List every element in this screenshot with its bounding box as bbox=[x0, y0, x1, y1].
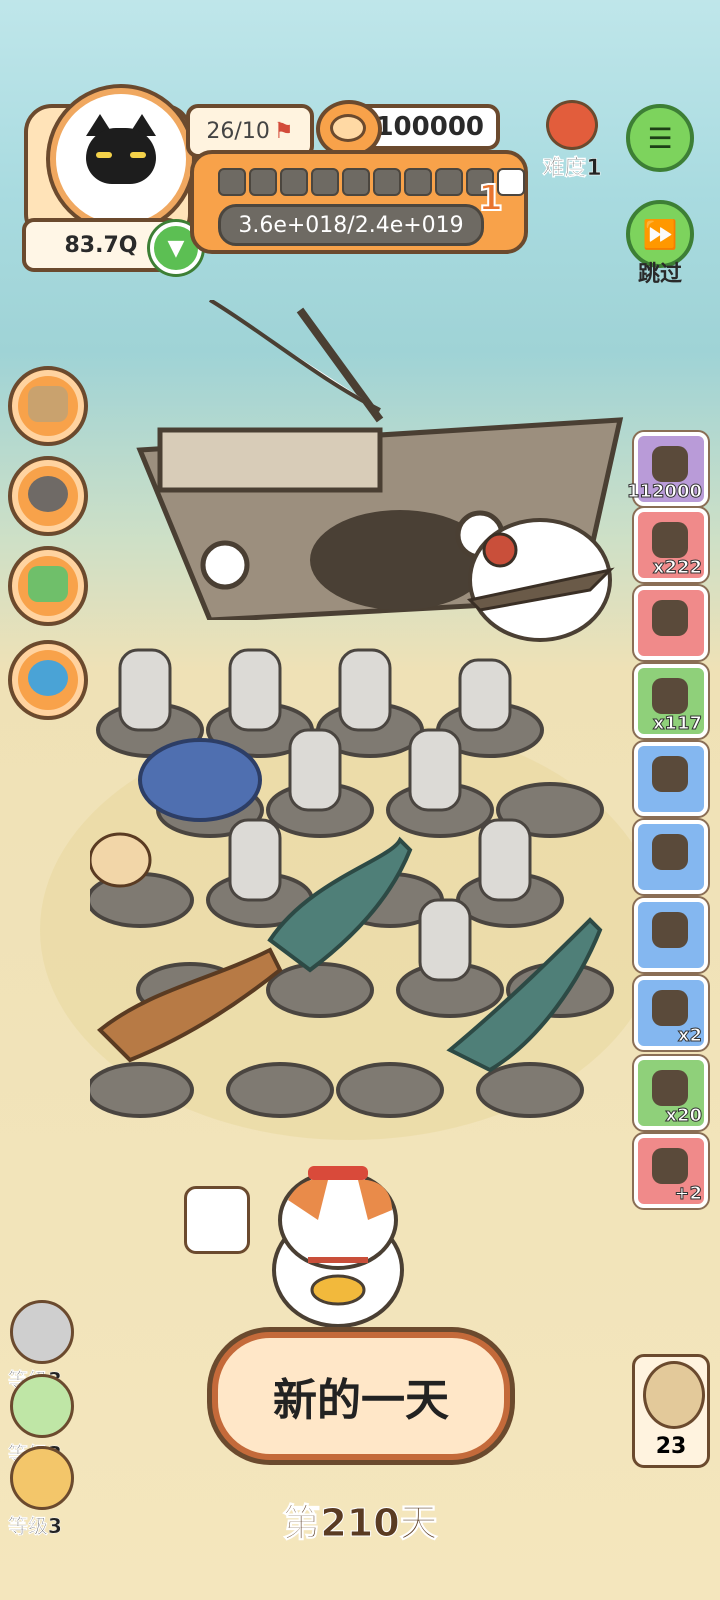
level-segment bbox=[218, 168, 246, 196]
pot-icon bbox=[652, 990, 688, 1026]
level-segment bbox=[249, 168, 277, 196]
food-bowl-icon bbox=[28, 476, 68, 512]
level-segment bbox=[280, 168, 308, 196]
xp-bar: 3.6e+018/2.4e+019 bbox=[218, 204, 484, 246]
friend-button[interactable]: 23 bbox=[632, 1354, 710, 1468]
skip-label: 跳过 bbox=[637, 262, 682, 287]
difficulty-label: 难度1 bbox=[542, 156, 602, 182]
side-item-coin-plus[interactable]: +2 bbox=[634, 1134, 708, 1208]
joystick-button[interactable] bbox=[8, 640, 88, 720]
joystick-icon bbox=[28, 660, 68, 696]
list-menu-icon: ☰ bbox=[647, 121, 673, 155]
level-segment bbox=[342, 168, 370, 196]
handheld-console-icon bbox=[28, 566, 68, 602]
side-item-fire-shield[interactable] bbox=[634, 586, 708, 660]
side-item-pot[interactable]: x2 bbox=[634, 976, 708, 1050]
handheld-console-button[interactable] bbox=[8, 546, 88, 626]
new-day-label: 新的一天 bbox=[273, 1375, 449, 1426]
friend-count: 23 bbox=[655, 1434, 687, 1459]
pelican-boss bbox=[466, 518, 615, 642]
xp-bar-text: 3.6e+018/2.4e+019 bbox=[238, 212, 464, 238]
unit-level-label: 等级3 bbox=[8, 1514, 62, 1538]
side-item-cookie[interactable]: 112000 bbox=[626, 432, 708, 506]
level-segment bbox=[404, 168, 432, 196]
level-segment bbox=[373, 168, 401, 196]
cookie-icon bbox=[652, 446, 688, 482]
sheep-icon bbox=[652, 834, 688, 870]
menu-button[interactable]: ☰ bbox=[626, 104, 694, 172]
flag-icon: ⚑ bbox=[273, 118, 294, 144]
side-item-camera[interactable] bbox=[634, 742, 708, 816]
flower-icon bbox=[546, 100, 598, 150]
certificate-icon[interactable] bbox=[184, 1186, 250, 1254]
hut-icon bbox=[652, 912, 688, 948]
avatar[interactable] bbox=[50, 88, 192, 230]
alpaca-icon bbox=[10, 1300, 74, 1364]
bomb-icon bbox=[652, 522, 688, 558]
fast-forward-icon: ⏩ bbox=[642, 217, 678, 251]
side-item-sheep[interactable] bbox=[634, 820, 708, 894]
sack-icon bbox=[652, 678, 688, 714]
new-day-button[interactable]: 新的一天 bbox=[212, 1332, 510, 1460]
side-item-count: x222 bbox=[652, 557, 702, 579]
stage-progress-text: 26/10 bbox=[206, 118, 270, 144]
side-item-hut[interactable] bbox=[634, 898, 708, 972]
level-segment bbox=[311, 168, 339, 196]
difficulty-button[interactable]: 难度1 bbox=[532, 100, 612, 182]
camera-icon bbox=[652, 756, 688, 792]
side-item-count: x20 bbox=[665, 1105, 703, 1127]
side-item-sack[interactable]: x117 bbox=[634, 664, 708, 738]
side-item-bomb[interactable]: x222 bbox=[634, 508, 708, 582]
side-item-helmet[interactable]: x20 bbox=[634, 1056, 708, 1130]
box-icon bbox=[28, 386, 68, 422]
unit-level-badge[interactable]: 等级3 bbox=[8, 1446, 74, 1539]
side-item-count: +2 bbox=[674, 1183, 703, 1205]
food-bowl-button[interactable] bbox=[8, 456, 88, 536]
fire-shield-icon bbox=[652, 600, 688, 636]
animals-group bbox=[86, 648, 614, 1118]
side-item-count: 112000 bbox=[626, 481, 702, 503]
fortune-cat[interactable] bbox=[268, 1160, 408, 1330]
helmet-icon bbox=[652, 1070, 688, 1106]
box-button[interactable] bbox=[8, 366, 88, 446]
owl-icon bbox=[643, 1361, 705, 1429]
side-item-count: x117 bbox=[652, 713, 702, 735]
avatar-eye-left bbox=[96, 152, 112, 158]
day-counter: 第210天 bbox=[282, 1501, 438, 1546]
coin-plus-icon bbox=[652, 1148, 688, 1184]
level-segment bbox=[435, 168, 463, 196]
battle-formation bbox=[86, 620, 630, 1140]
avatar-eye-right bbox=[130, 152, 146, 158]
side-item-count: x2 bbox=[677, 1025, 702, 1047]
hamster-icon bbox=[10, 1446, 74, 1510]
jackalope-icon bbox=[10, 1374, 74, 1438]
